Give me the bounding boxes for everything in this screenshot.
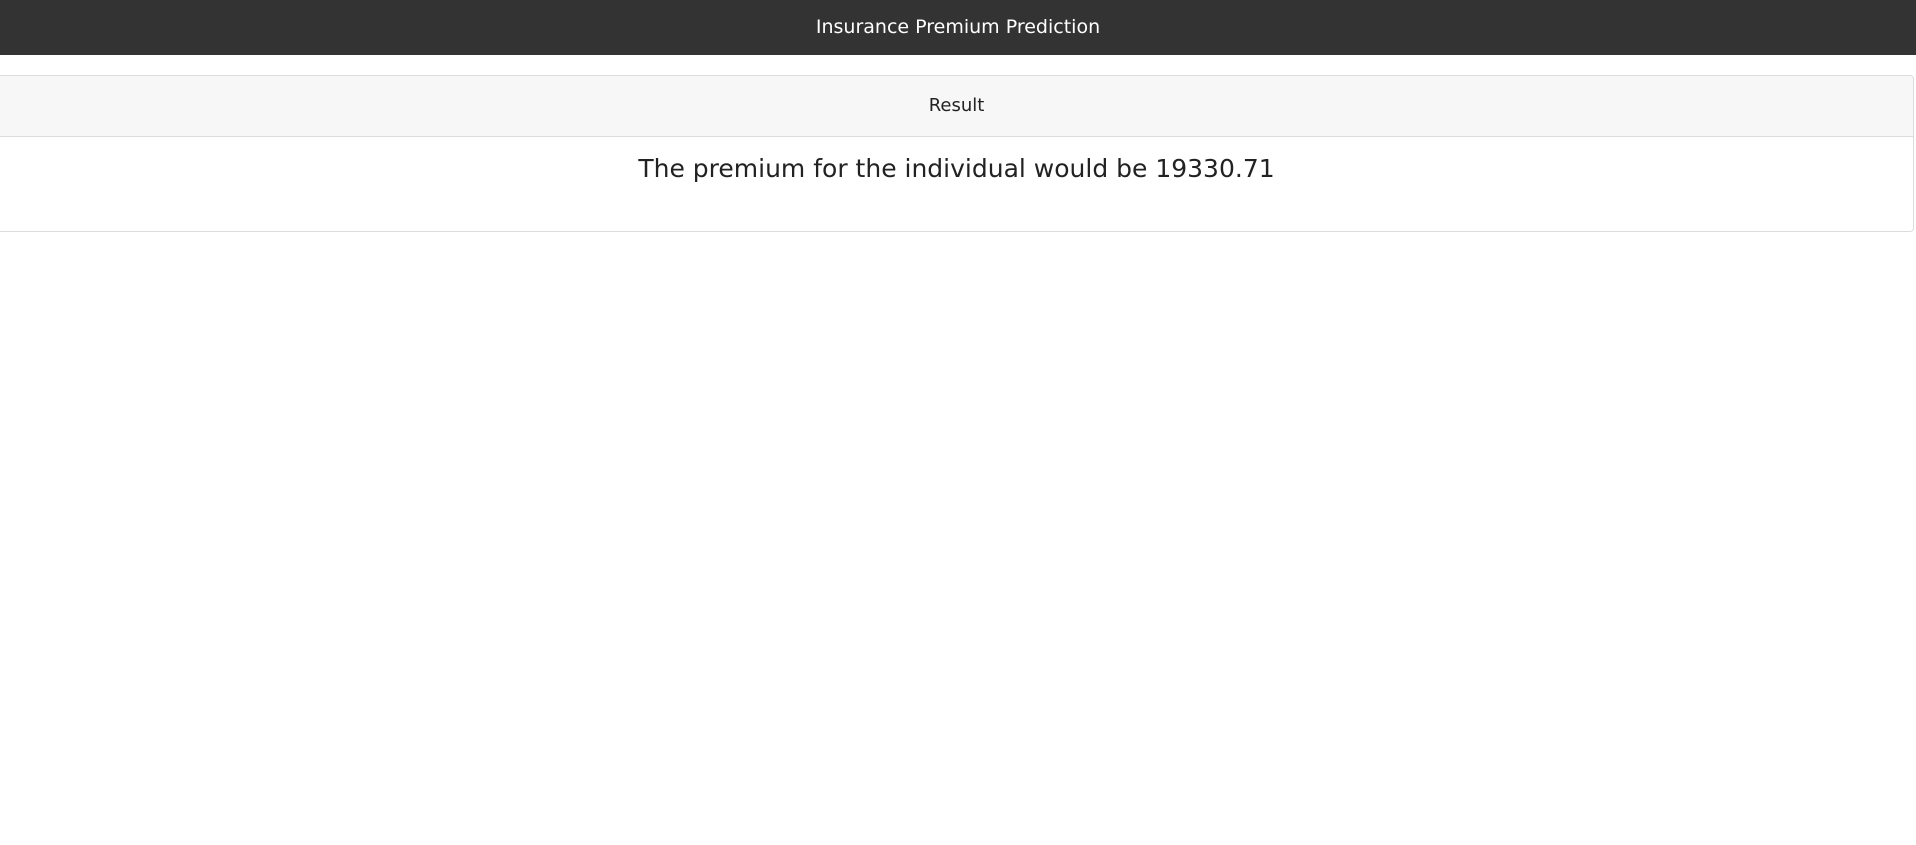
result-card-header: Result bbox=[0, 76, 1913, 137]
premium-result-text: The premium for the individual would be … bbox=[638, 153, 1275, 183]
result-title: Result bbox=[928, 95, 985, 116]
top-navbar: Insurance Premium Prediction bbox=[0, 0, 1916, 55]
app-title: Insurance Premium Prediction bbox=[815, 16, 1101, 38]
result-card: Result The premium for the individual wo… bbox=[0, 75, 1914, 232]
result-card-body: The premium for the individual would be … bbox=[0, 137, 1913, 231]
